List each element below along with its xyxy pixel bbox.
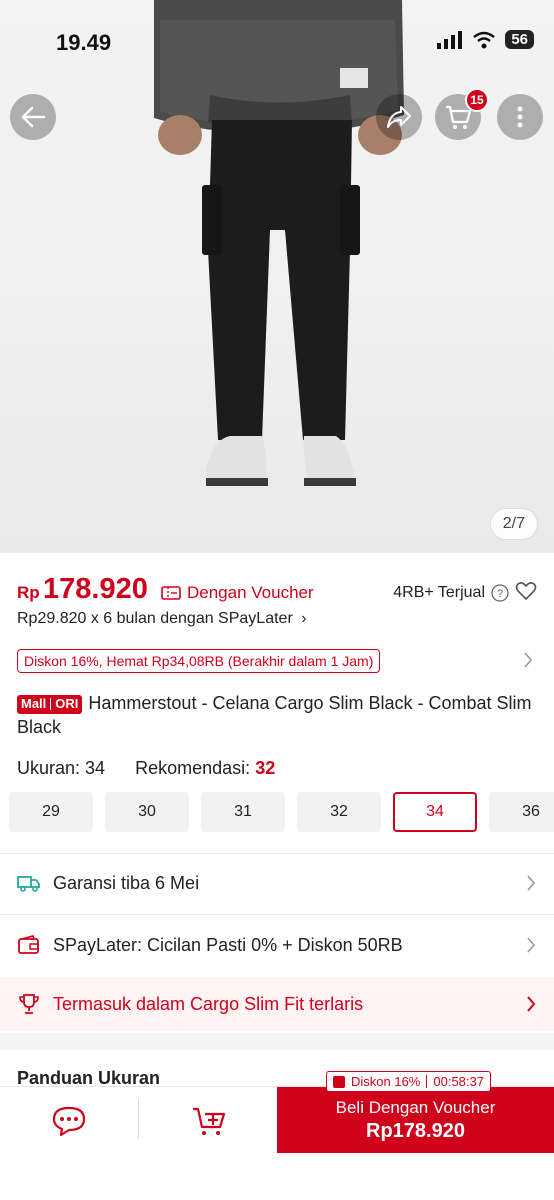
mall-ori-badge: Mall ORI — [17, 694, 83, 714]
voucher-icon — [333, 1075, 345, 1088]
svg-text:?: ? — [497, 588, 503, 600]
size-option[interactable]: 32 — [297, 792, 381, 832]
trophy-icon — [17, 992, 41, 1016]
product-image-carousel[interactable]: 19.49 56 15 2/7 — [0, 0, 554, 553]
status-indicators: 56 — [437, 30, 534, 49]
share-button[interactable] — [376, 94, 422, 140]
heart-icon[interactable] — [515, 581, 537, 601]
arrow-left-icon — [21, 106, 46, 128]
image-counter: 2/7 — [489, 508, 538, 540]
divider — [0, 914, 554, 915]
size-selected: 34 — [85, 758, 106, 778]
buy-button-label: Beli Dengan Voucher — [335, 1097, 496, 1117]
product-title-text: Hammerstout - Celana Cargo Slim Black - … — [17, 693, 532, 737]
recommendation-label: Rekomendasi: — [135, 758, 251, 778]
chevron-right-icon: › — [301, 610, 307, 627]
shipping-guarantee-row[interactable]: Garansi tiba 6 Mei — [0, 858, 554, 908]
spaylater-installment[interactable]: Rp29.820 x 6 bulan dengan SPayLater › — [17, 610, 307, 628]
voucher-tag[interactable]: Dengan Voucher — [161, 583, 314, 603]
add-cart-icon — [193, 1107, 226, 1135]
size-option[interactable]: 36 — [489, 792, 554, 832]
voucher-icon — [161, 586, 181, 600]
mall-badge-label: Mall — [21, 696, 47, 711]
size-row: Ukuran: 34 Rekomendasi: 32 — [17, 758, 275, 779]
price-currency: Rp — [17, 583, 40, 602]
more-vertical-icon — [517, 106, 523, 128]
size-option[interactable]: 29 — [9, 792, 93, 832]
back-button[interactable] — [10, 94, 56, 140]
cart-button[interactable]: 15 — [435, 88, 489, 140]
ori-badge-label: ORI — [55, 696, 79, 711]
share-icon — [387, 106, 411, 128]
bestseller-ranking-text: Termasuk dalam Cargo Slim Fit terlaris — [53, 993, 364, 1014]
chat-button[interactable] — [42, 1101, 96, 1141]
bestseller-ranking-row[interactable]: Termasuk dalam Cargo Slim Fit terlaris — [0, 977, 554, 1031]
spaylater-promo-row[interactable]: SPayLater: Cicilan Pasti 0% + Diskon 50R… — [0, 920, 554, 970]
status-bar: 19.49 56 — [0, 0, 554, 84]
section-gap — [0, 1033, 554, 1050]
size-label: Ukuran: — [17, 758, 81, 778]
more-button[interactable] — [497, 94, 543, 140]
price-value: 178.920 — [43, 573, 148, 605]
wallet-icon — [17, 933, 41, 957]
spaylater-promo-text: SPayLater: Cicilan Pasti 0% + Diskon 50R… — [53, 934, 403, 955]
sold-count-text: 4RB+ Terjual — [393, 584, 485, 601]
promo-timer-badge: Diskon 16% 00:58:37 — [326, 1071, 491, 1092]
chevron-right-icon — [527, 937, 536, 953]
product-title: Mall ORI Hammerstout - Celana Cargo Slim… — [17, 691, 537, 739]
status-time: 19.49 — [56, 30, 112, 55]
promo-countdown: 00:58:37 — [433, 1074, 484, 1089]
wifi-icon — [473, 31, 496, 48]
add-to-cart-button[interactable] — [182, 1101, 236, 1141]
promo-label: Diskon 16% — [351, 1074, 421, 1089]
chat-icon — [52, 1106, 86, 1137]
chevron-right-icon — [527, 875, 536, 891]
divider — [138, 1099, 139, 1139]
truck-icon — [17, 871, 41, 895]
discount-row[interactable]: Diskon 16%, Hemat Rp34,08RB (Berakhir da… — [17, 649, 537, 673]
chevron-right-icon — [524, 652, 533, 668]
buy-with-voucher-button[interactable]: Beli Dengan Voucher Rp178.920 — [277, 1087, 554, 1153]
help-icon[interactable]: ? — [491, 584, 509, 602]
chevron-right-icon — [527, 996, 536, 1012]
size-options: 29 30 31 32 34 36 — [9, 792, 554, 832]
buy-button-price: Rp178.920 — [366, 1119, 465, 1142]
shipping-guarantee-text: Garansi tiba 6 Mei — [53, 872, 200, 893]
recommendation-value: 32 — [255, 758, 276, 778]
size-option[interactable]: 30 — [105, 792, 189, 832]
spaylater-text: Rp29.820 x 6 bulan dengan SPayLater — [17, 610, 293, 627]
voucher-label: Dengan Voucher — [187, 583, 314, 602]
cart-count-badge: 15 — [465, 88, 489, 112]
sold-count: 4RB+ Terjual ? — [393, 584, 509, 602]
battery-indicator: 56 — [505, 30, 534, 49]
size-option-selected[interactable]: 34 — [393, 792, 477, 832]
bottom-action-bar: Beli Dengan Voucher Rp178.920 — [0, 1086, 554, 1200]
discount-badge: Diskon 16%, Hemat Rp34,08RB (Berakhir da… — [17, 649, 381, 673]
divider — [0, 853, 554, 854]
size-option[interactable]: 31 — [201, 792, 285, 832]
price-row: Rp 178.920 Dengan Voucher 4RB+ Terjual ? — [17, 573, 537, 613]
signal-icon — [437, 30, 463, 49]
